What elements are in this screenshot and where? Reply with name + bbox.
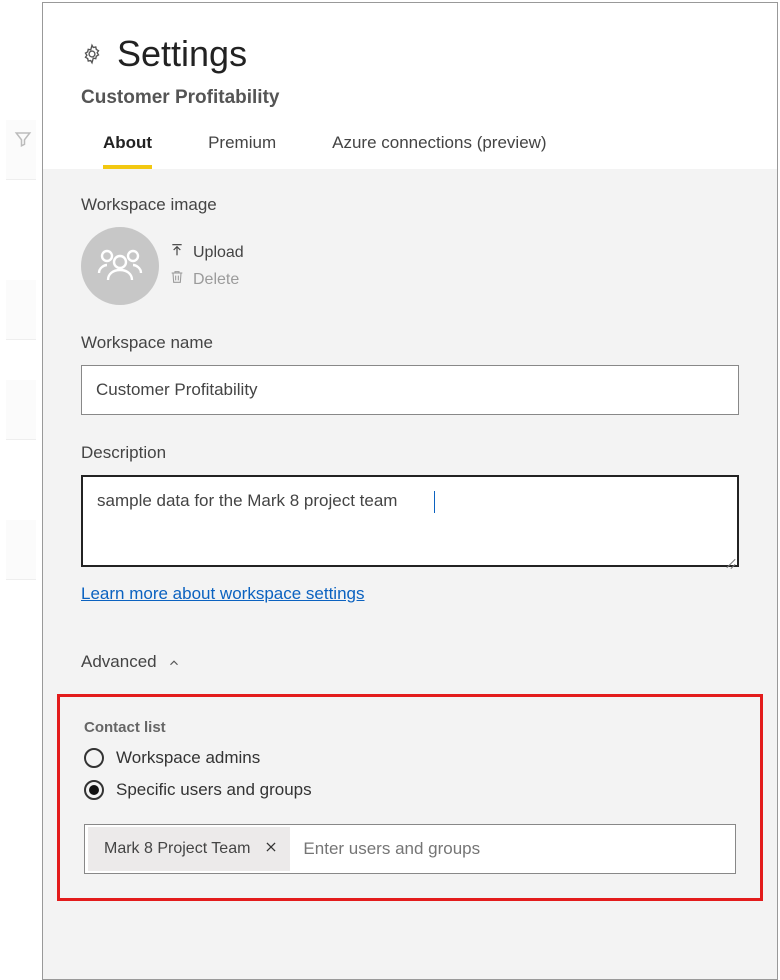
radio-specific-users[interactable]: Specific users and groups bbox=[84, 780, 736, 800]
workspace-subtitle: Customer Profitability bbox=[81, 87, 739, 109]
upload-label: Upload bbox=[193, 244, 244, 262]
contact-list-input[interactable]: Mark 8 Project Team bbox=[84, 824, 736, 874]
radio-icon bbox=[84, 748, 104, 768]
radio-workspace-admins[interactable]: Workspace admins bbox=[84, 748, 736, 768]
description-label: Description bbox=[81, 443, 739, 463]
panel-header: Settings Customer Profitability About Pr… bbox=[43, 3, 777, 169]
contact-search-field[interactable] bbox=[293, 839, 735, 859]
trash-icon bbox=[169, 269, 185, 290]
upload-image-button[interactable]: Upload bbox=[169, 242, 244, 263]
workspace-name-label: Workspace name bbox=[81, 333, 739, 353]
learn-more-link[interactable]: Learn more about workspace settings bbox=[81, 584, 365, 604]
radio-label: Workspace admins bbox=[116, 748, 260, 768]
advanced-toggle[interactable]: Advanced bbox=[81, 652, 739, 672]
tab-bar: About Premium Azure connections (preview… bbox=[81, 133, 739, 169]
chip-label: Mark 8 Project Team bbox=[104, 840, 250, 858]
panel-body: Workspace image bbox=[43, 169, 777, 979]
people-icon bbox=[95, 246, 145, 287]
tab-about[interactable]: About bbox=[103, 133, 152, 169]
close-icon[interactable] bbox=[264, 840, 278, 859]
delete-label: Delete bbox=[193, 271, 239, 289]
funnel-icon bbox=[14, 130, 32, 153]
tab-azure-connections[interactable]: Azure connections (preview) bbox=[332, 133, 546, 169]
workspace-image-label: Workspace image bbox=[81, 195, 739, 215]
upload-icon bbox=[169, 242, 185, 263]
delete-image-button[interactable]: Delete bbox=[169, 269, 244, 290]
radio-icon bbox=[84, 780, 104, 800]
contact-chip: Mark 8 Project Team bbox=[88, 827, 290, 871]
page-title: Settings bbox=[117, 33, 247, 75]
advanced-label: Advanced bbox=[81, 652, 157, 672]
workspace-name-input[interactable] bbox=[81, 365, 739, 415]
contact-list-label: Contact list bbox=[84, 719, 736, 736]
tab-premium[interactable]: Premium bbox=[208, 133, 276, 169]
chevron-up-icon bbox=[167, 655, 181, 669]
radio-label: Specific users and groups bbox=[116, 780, 312, 800]
contact-list-section: Contact list Workspace admins Specific u… bbox=[57, 694, 763, 901]
text-caret bbox=[434, 491, 435, 513]
gear-icon bbox=[81, 43, 103, 65]
description-textarea[interactable] bbox=[81, 475, 739, 567]
settings-panel: Settings Customer Profitability About Pr… bbox=[42, 2, 778, 980]
workspace-avatar bbox=[81, 227, 159, 305]
